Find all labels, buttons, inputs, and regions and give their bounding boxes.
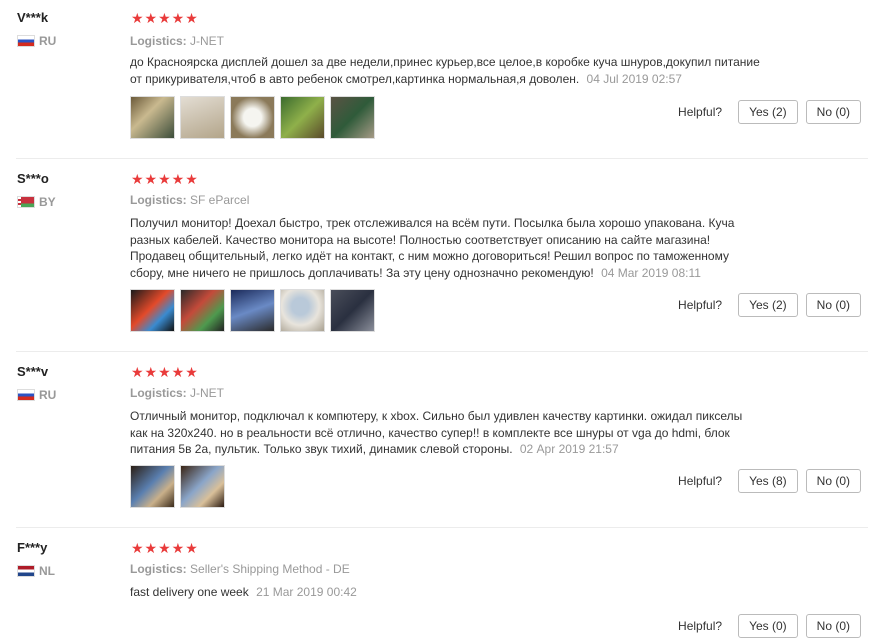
review-photos — [130, 289, 375, 332]
helpful-no-button[interactable]: No (0) — [805, 614, 861, 638]
review-photo-thumbnail[interactable] — [330, 96, 375, 139]
review-2: S***o BY ★★★★★ Logistics: SF eParcel Пол… — [0, 158, 888, 351]
review-photo-thumbnail[interactable] — [130, 465, 175, 508]
review-text: до Красноярска дисплей дошел за две неде… — [130, 54, 760, 87]
reviewer-country: BY — [17, 195, 56, 209]
helpful-yes-button[interactable]: Yes (2) — [738, 293, 798, 317]
review-photo-thumbnail[interactable] — [180, 96, 225, 139]
logistics-info: Logistics: Seller's Shipping Method - DE — [130, 562, 350, 576]
logistics-info: Logistics: J-NET — [130, 34, 224, 48]
review-photos — [130, 465, 225, 508]
helpful-no-button[interactable]: No (0) — [805, 469, 861, 493]
helpful-yes-button[interactable]: Yes (8) — [738, 469, 798, 493]
review-photo-thumbnail[interactable] — [180, 465, 225, 508]
flag-ru-icon — [17, 389, 35, 401]
helpful-no-button[interactable]: No (0) — [805, 100, 861, 124]
helpful-yes-button[interactable]: Yes (0) — [738, 614, 798, 638]
review-1: V***k RU ★★★★★ Logistics: J-NET до Красн… — [0, 0, 888, 158]
reviewer-name: S***v — [17, 364, 49, 379]
star-rating: ★★★★★ — [131, 364, 199, 380]
logistics-label: Logistics: — [130, 562, 187, 576]
helpful-voting: Helpful? Yes (2) No (0) — [678, 293, 861, 317]
helpful-no-button[interactable]: No (0) — [805, 293, 861, 317]
logistics-method: Seller's Shipping Method - DE — [190, 562, 350, 576]
logistics-method: SF eParcel — [190, 193, 250, 207]
logistics-method: J-NET — [190, 386, 225, 400]
logistics-label: Logistics: — [130, 34, 187, 48]
review-photo-thumbnail[interactable] — [130, 96, 175, 139]
country-code: RU — [39, 34, 57, 48]
logistics-info: Logistics: J-NET — [130, 386, 224, 400]
reviewer-name: F***y — [17, 540, 48, 555]
review-date: 21 Mar 2019 00:42 — [256, 585, 357, 599]
review-divider — [16, 351, 868, 352]
star-rating: ★★★★★ — [131, 10, 199, 26]
reviewer-country: RU — [17, 34, 56, 48]
review-divider — [16, 158, 868, 159]
flag-nl-icon — [17, 565, 35, 577]
star-rating: ★★★★★ — [131, 540, 199, 556]
review-date: 04 Mar 2019 08:11 — [601, 265, 701, 280]
review-date: 02 Apr 2019 21:57 — [519, 442, 619, 456]
review-photo-thumbnail[interactable] — [180, 289, 225, 332]
logistics-info: Logistics: SF eParcel — [130, 193, 249, 207]
reviewer-country: RU — [17, 388, 56, 402]
logistics-method: J-NET — [190, 34, 225, 48]
reviewer-name: V***k — [17, 10, 49, 25]
helpful-label: Helpful? — [678, 474, 723, 488]
review-body: fast delivery one week — [130, 585, 249, 599]
review-text: fast delivery one week 21 Mar 2019 00:42 — [130, 584, 760, 601]
review-3: S***v RU ★★★★★ Logistics: J-NET Отличный… — [0, 351, 888, 527]
review-text: Получил монитор! Доехал быстро, трек отс… — [130, 215, 760, 281]
flag-ru-icon — [17, 35, 35, 47]
flag-by-icon — [17, 196, 35, 208]
country-code: BY — [39, 195, 56, 209]
review-4: F***y NL ★★★★★ Logistics: Seller's Shipp… — [0, 527, 888, 640]
star-rating: ★★★★★ — [131, 171, 199, 187]
review-photo-thumbnail[interactable] — [230, 289, 275, 332]
review-photo-thumbnail[interactable] — [130, 289, 175, 332]
review-photo-thumbnail[interactable] — [230, 96, 275, 139]
review-date: 04 Jul 2019 02:57 — [586, 71, 682, 86]
country-code: NL — [39, 564, 55, 578]
helpful-label: Helpful? — [678, 105, 723, 119]
review-divider — [16, 527, 868, 528]
review-text: Отличный монитор, подключал к компютеру,… — [130, 408, 760, 458]
helpful-yes-button[interactable]: Yes (2) — [738, 100, 798, 124]
helpful-voting: Helpful? Yes (2) No (0) — [678, 100, 861, 124]
logistics-label: Logistics: — [130, 193, 187, 207]
helpful-voting: Helpful? Yes (0) No (0) — [678, 614, 861, 638]
logistics-label: Logistics: — [130, 386, 187, 400]
review-photo-thumbnail[interactable] — [280, 289, 325, 332]
review-photo-thumbnail[interactable] — [280, 96, 325, 139]
helpful-voting: Helpful? Yes (8) No (0) — [678, 469, 861, 493]
review-body: Отличный монитор, подключал к компютеру,… — [130, 409, 743, 456]
reviewer-name: S***o — [17, 171, 49, 186]
reviewer-country: NL — [17, 564, 55, 578]
helpful-label: Helpful? — [678, 619, 723, 633]
country-code: RU — [39, 388, 57, 402]
helpful-label: Helpful? — [678, 298, 723, 312]
review-photos — [130, 96, 375, 139]
review-photo-thumbnail[interactable] — [330, 289, 375, 332]
